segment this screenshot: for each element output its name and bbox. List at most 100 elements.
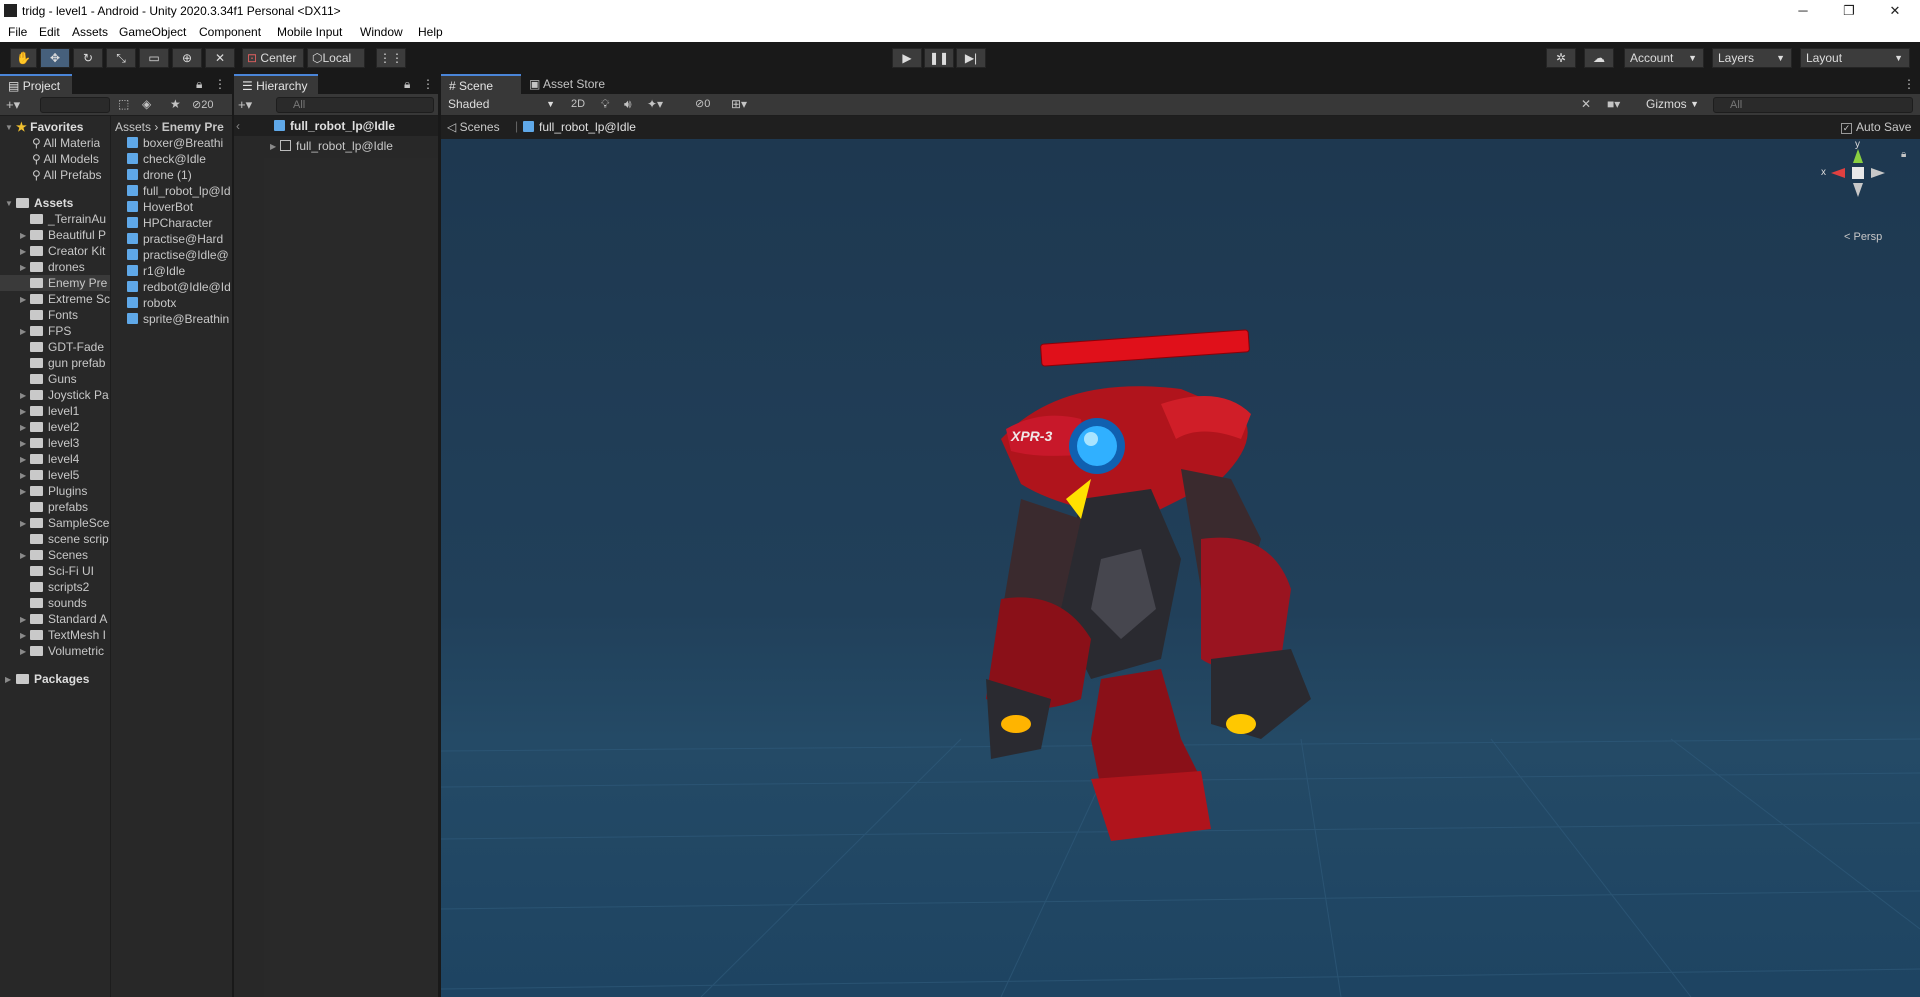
lock-icon[interactable]: 🔒︎ xyxy=(404,77,410,92)
lighting-icon[interactable]: 💡︎ xyxy=(601,97,609,112)
folder-item[interactable]: scripts2 xyxy=(30,579,110,595)
expand-arrow-icon[interactable]: ▶ xyxy=(20,471,26,480)
folder-item[interactable]: Standard A xyxy=(30,611,110,627)
expand-arrow-icon[interactable]: ▶ xyxy=(20,247,26,256)
folder-item[interactable]: SampleSce xyxy=(30,515,110,531)
asset-item[interactable]: HoverBot xyxy=(127,199,232,215)
asset-item[interactable]: practise@Idle@ xyxy=(127,247,232,263)
grid-snap-icon[interactable]: ⊞▾ xyxy=(731,97,747,111)
asset-item[interactable]: sprite@Breathin xyxy=(127,311,232,327)
expand-arrow-icon[interactable]: ▶ xyxy=(20,327,26,336)
orientation-gizmo[interactable]: x y xyxy=(1821,139,1893,201)
folder-item[interactable]: sounds xyxy=(30,595,110,611)
folder-item[interactable]: Plugins xyxy=(30,483,110,499)
folder-item[interactable]: Sci-Fi UI xyxy=(30,563,110,579)
expand-arrow-icon[interactable]: ▶ xyxy=(20,295,26,304)
folder-item[interactable]: _TerrainAu xyxy=(30,211,110,227)
layers-dropdown[interactable]: Layers ▼ xyxy=(1712,48,1792,68)
folder-item[interactable]: TextMesh I xyxy=(30,627,110,643)
folder-item[interactable]: Beautiful P xyxy=(30,227,110,243)
custom-tool-icon[interactable]: ✕ xyxy=(205,48,235,68)
menu-gameobject[interactable]: GameObject xyxy=(119,25,186,39)
scale-tool-icon[interactable]: ⤡ xyxy=(106,48,136,68)
play-button[interactable]: ▶ xyxy=(892,48,922,68)
favorite-item[interactable]: ⚲ All Prefabs xyxy=(32,167,102,183)
expand-arrow-icon[interactable]: ▶ xyxy=(20,615,26,624)
packages-root[interactable]: Packages xyxy=(16,671,89,687)
expand-arrow-icon[interactable]: ▶ xyxy=(20,551,26,560)
rotate-tool-icon[interactable]: ↻ xyxy=(73,48,103,68)
hidden-objects-toggle[interactable]: ⊘0 xyxy=(695,97,710,110)
asset-item[interactable]: drone (1) xyxy=(127,167,232,183)
tab-scene[interactable]: # Scene xyxy=(441,74,521,94)
minimize-button[interactable]: ─ xyxy=(1780,0,1826,22)
folder-item[interactable]: Guns xyxy=(30,371,110,387)
layout-dropdown[interactable]: Layout ▼ xyxy=(1800,48,1910,68)
expand-arrow-icon[interactable]: ▶ xyxy=(20,519,26,528)
gizmo-lock-icon[interactable]: 🔒︎ xyxy=(1901,149,1906,160)
breadcrumb-current[interactable]: Enemy Pre xyxy=(162,120,224,134)
expand-arrow-icon[interactable]: ▼ xyxy=(5,123,13,132)
hidden-count-badge[interactable]: ⊘20 xyxy=(192,98,213,111)
folder-item[interactable]: scene scrip xyxy=(30,531,110,547)
create-plus-icon[interactable]: +▾ xyxy=(238,97,252,113)
folder-item[interactable]: level5 xyxy=(30,467,110,483)
toggle-2d-button[interactable]: 2D xyxy=(571,98,585,110)
pause-button[interactable]: ❚❚ xyxy=(924,48,954,68)
hand-tool-icon[interactable]: ✋ xyxy=(10,48,37,68)
pivot-local-button[interactable]: ⬡Local xyxy=(307,48,365,68)
menu-file[interactable]: File xyxy=(8,25,27,39)
expand-arrow-icon[interactable]: ▶ xyxy=(20,455,26,464)
expand-arrow-icon[interactable]: ▶ xyxy=(5,675,11,684)
menu-window[interactable]: Window xyxy=(360,25,403,39)
expand-arrow-icon[interactable]: ▶ xyxy=(20,487,26,496)
asset-item[interactable]: redbot@Idle@Id xyxy=(127,279,232,295)
menu-mobile-input[interactable]: Mobile Input xyxy=(277,25,342,39)
audio-icon[interactable]: 🔊︎ xyxy=(624,97,632,112)
pivot-center-button[interactable]: ⊡ Center xyxy=(242,48,304,68)
auto-save-toggle[interactable]: ✓ Auto Save xyxy=(1841,119,1911,135)
filter-type-icon[interactable]: ⬚ xyxy=(118,97,129,111)
filter-label-icon[interactable]: ◈ xyxy=(142,97,151,111)
folder-item[interactable]: level2 xyxy=(30,419,110,435)
lock-icon[interactable]: 🔒︎ xyxy=(196,77,202,92)
grid-snap-icon[interactable]: ⋮⋮ xyxy=(376,48,406,68)
asset-item[interactable]: robotx xyxy=(127,295,232,311)
expand-arrow-icon[interactable]: ▶ xyxy=(20,263,26,272)
project-search-input[interactable] xyxy=(40,97,110,113)
menu-edit[interactable]: Edit xyxy=(39,25,60,39)
scene-search-input[interactable]: All xyxy=(1713,97,1913,113)
expand-arrow-icon[interactable]: ▶ xyxy=(20,231,26,240)
step-button[interactable]: ▶| xyxy=(956,48,986,68)
favorite-item[interactable]: ⚲ All Models xyxy=(32,151,99,167)
gizmos-dropdown[interactable]: Gizmos ▼ xyxy=(1641,95,1699,115)
asset-item[interactable]: r1@Idle xyxy=(127,263,232,279)
folder-item[interactable]: level1 xyxy=(30,403,110,419)
favorite-item[interactable]: ⚲ All Materia xyxy=(32,135,100,151)
scene-viewport[interactable]: XPR-3 x y 🔒︎ < Persp xyxy=(441,139,1920,997)
favorites-header[interactable]: ★ Favorites xyxy=(16,119,83,135)
menu-component[interactable]: Component xyxy=(199,25,261,39)
folder-item[interactable]: level3 xyxy=(30,435,110,451)
account-dropdown[interactable]: Account ▼ xyxy=(1624,48,1704,68)
folder-item[interactable]: prefabs xyxy=(30,499,110,515)
back-arrow-icon[interactable]: ‹ xyxy=(236,119,240,133)
folder-item[interactable]: Joystick Pa xyxy=(30,387,110,403)
expand-arrow-icon[interactable]: ▶ xyxy=(20,391,26,400)
folder-item[interactable]: drones xyxy=(30,259,110,275)
expand-arrow-icon[interactable]: ▶ xyxy=(20,423,26,432)
asset-item[interactable]: full_robot_lp@Id xyxy=(127,183,232,199)
folder-item[interactable]: Extreme Sc xyxy=(30,291,110,307)
close-button[interactable]: ✕ xyxy=(1872,0,1918,22)
folder-item[interactable]: level4 xyxy=(30,451,110,467)
asset-item[interactable]: practise@Hard xyxy=(127,231,232,247)
perspective-toggle[interactable]: < Persp xyxy=(1844,231,1882,243)
collab-icon[interactable]: ✲ xyxy=(1546,48,1576,68)
tools-icon[interactable]: ✕ xyxy=(1581,97,1591,111)
folder-item[interactable]: Creator Kit xyxy=(30,243,110,259)
tab-project[interactable]: ▤ Project xyxy=(0,74,72,94)
folder-item[interactable]: Scenes xyxy=(30,547,110,563)
folder-item[interactable]: GDT-Fade xyxy=(30,339,110,355)
star-icon[interactable]: ★ xyxy=(170,97,181,111)
expand-arrow-icon[interactable]: ▶ xyxy=(20,407,26,416)
